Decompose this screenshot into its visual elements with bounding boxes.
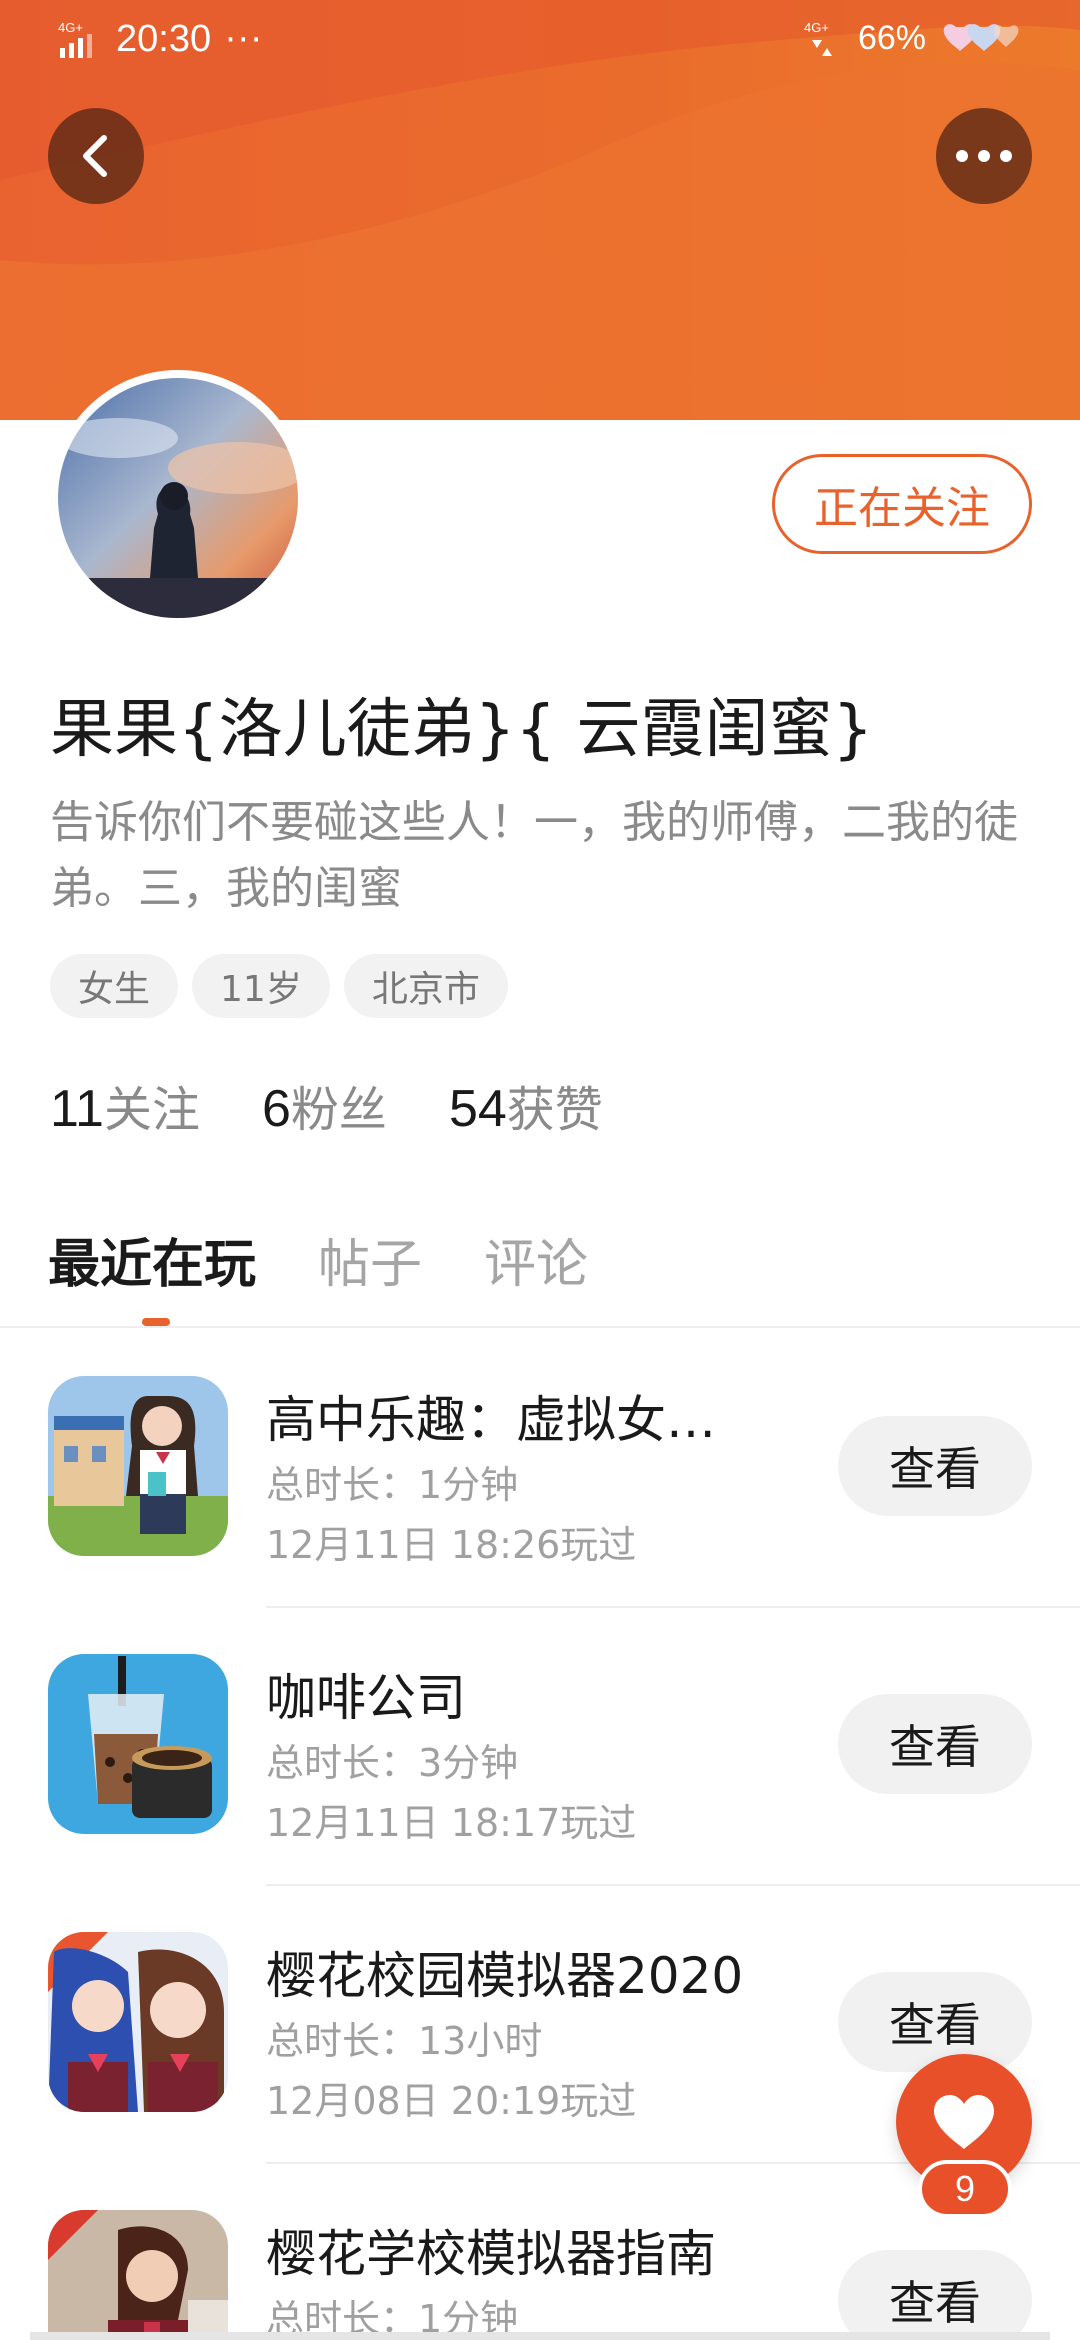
more-button[interactable] [936, 108, 1032, 204]
game-name: 樱花校园模拟器2020 [266, 1947, 744, 2005]
network-icon: 4G+ [804, 20, 832, 56]
profile-tags: 女生 11岁 北京市 [50, 954, 508, 1018]
anime-students-game-icon [48, 1932, 228, 2112]
active-tab-indicator [142, 1318, 170, 1326]
clock: 20:30 [116, 18, 212, 60]
coffee-cup-game-icon [48, 1654, 228, 1834]
profile-tabs: 最近在玩 帖子 评论 [48, 1222, 588, 1297]
game-duration: 总时长：13小时 [266, 2019, 543, 2063]
anime-guide-game-icon [48, 2210, 228, 2340]
profile-stats: 11关注 6粉丝 54获赞 [50, 1070, 603, 1140]
following-stat[interactable]: 11关注 [50, 1070, 200, 1140]
heart-icon [934, 2095, 994, 2149]
signal-icon: 4G+ [58, 20, 92, 58]
age-tag: 11岁 [192, 954, 330, 1018]
likes-label: 获赞 [506, 1082, 603, 1138]
battery-percent: 66% [857, 18, 926, 57]
gender-tag: 女生 [50, 954, 179, 1018]
avatar[interactable] [50, 370, 306, 626]
list-item[interactable]: 咖啡公司 总时长：3分钟 12月11日 18:17玩过 查看 [0, 1608, 1080, 1886]
likes-stat: 54获赞 [449, 1070, 603, 1140]
profile-page: 4G+ 20:30 ··· 4G+ 66% 正在关注 果果{洛儿徒弟}{云霞闺… [0, 0, 1080, 2340]
status-dots: ··· [225, 19, 264, 60]
game-duration: 总时长：1分钟 [266, 1463, 519, 1507]
game-last-played: 12月11日 18:17玩过 [266, 1801, 637, 1845]
game-name: 高中乐趣：虚拟女… [266, 1391, 716, 1449]
view-button[interactable]: 查看 [838, 2250, 1032, 2340]
fans-stat[interactable]: 6粉丝 [262, 1070, 387, 1140]
status-bar: 4G+ 20:30 ··· 4G+ 66% [0, 0, 1080, 84]
following-count: 11 [50, 1080, 104, 1138]
tab-recently-played[interactable]: 最近在玩 [48, 1222, 256, 1297]
back-button[interactable] [48, 108, 144, 204]
following-label: 关注 [103, 1082, 200, 1138]
game-last-played: 12月11日 18:26玩过 [266, 1523, 637, 1567]
school-girl-game-icon [48, 1376, 228, 1556]
tab-comments[interactable]: 评论 [484, 1222, 588, 1297]
view-button[interactable]: 查看 [838, 1694, 1032, 1794]
avatar-image [58, 378, 298, 618]
view-button[interactable]: 查看 [838, 1972, 1032, 2072]
game-last-played: 12月08日 20:19玩过 [266, 2079, 637, 2123]
game-name: 咖啡公司 [266, 1669, 466, 1727]
chevron-left-icon [83, 135, 107, 177]
bottom-edge [30, 2332, 1050, 2340]
username: 果果{洛儿徒弟}{ 云霞闺蜜} [50, 693, 874, 767]
list-item[interactable]: 高中乐趣：虚拟女… 总时长：1分钟 12月11日 18:26玩过 查看 [0, 1330, 1080, 1608]
more-dots-icon [956, 150, 1012, 162]
game-name: 樱花学校模拟器指南 [266, 2225, 716, 2283]
fans-count: 6 [262, 1080, 291, 1138]
location-tag: 北京市 [343, 954, 508, 1018]
fans-label: 粉丝 [290, 1082, 387, 1138]
bio: 告诉你们不要碰这些人！一，我的师傅，二我的徒弟。三，我的闺蜜 [50, 797, 1018, 914]
following-button[interactable]: 正在关注 [772, 454, 1032, 554]
svg-text:4G+: 4G+ [804, 20, 829, 35]
svg-text:4G+: 4G+ [58, 20, 83, 35]
view-button[interactable]: 查看 [838, 1416, 1032, 1516]
game-duration: 总时长：3分钟 [266, 1741, 519, 1785]
likes-count: 54 [448, 1080, 507, 1138]
tabs-divider [0, 1326, 1080, 1328]
tab-posts[interactable]: 帖子 [318, 1222, 422, 1297]
battery-icon [943, 24, 1019, 51]
like-count-badge: 9 [918, 2160, 1012, 2218]
